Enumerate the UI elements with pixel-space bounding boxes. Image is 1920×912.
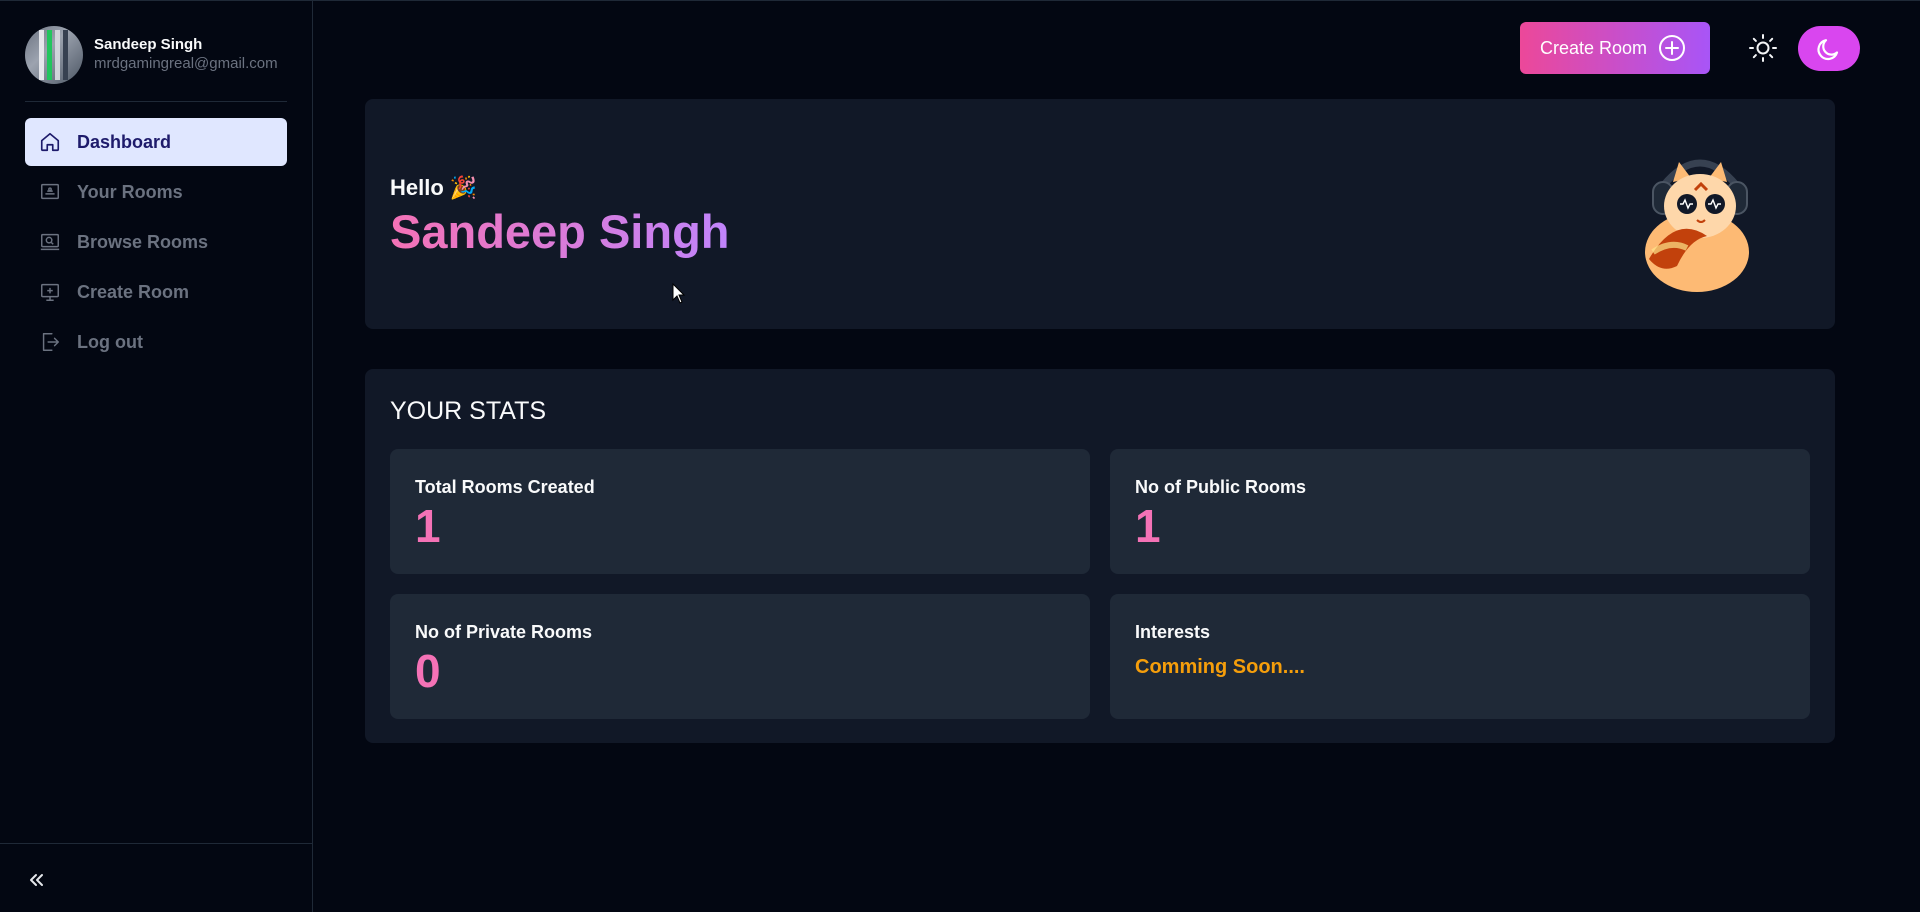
stat-value: 0 xyxy=(415,645,441,697)
home-icon xyxy=(40,132,60,152)
sidebar-item-label: Your Rooms xyxy=(77,181,183,202)
stat-card-public-rooms: No of Public Rooms 1 xyxy=(1110,449,1810,574)
sun-icon[interactable] xyxy=(1748,33,1778,63)
sidebar-item-label: Log out xyxy=(77,331,143,352)
sidebar-nav: Dashboard Your Rooms Browse Rooms Create… xyxy=(25,118,287,368)
moon-icon xyxy=(1817,38,1839,60)
profile-email: mrdgamingreal@gmail.com xyxy=(94,55,278,72)
create-room-button[interactable]: Create Room xyxy=(1520,22,1710,74)
mascot-cat-illustration xyxy=(1645,159,1749,292)
stat-label: No of Private Rooms xyxy=(415,622,593,642)
rooms-icon xyxy=(41,183,59,200)
sidebar-item-create-room[interactable]: Create Room xyxy=(25,268,287,316)
dark-mode-toggle[interactable] xyxy=(1798,26,1860,71)
create-room-label: Create Room xyxy=(1540,37,1648,58)
collapse-sidebar-icon[interactable] xyxy=(26,870,46,890)
browse-icon xyxy=(40,233,60,251)
party-emoji: 🎉 xyxy=(449,175,478,200)
stat-label: No of Public Rooms xyxy=(1135,477,1306,497)
avatar xyxy=(25,26,83,84)
stat-label: Total Rooms Created xyxy=(415,477,595,497)
stat-label: Interests xyxy=(1135,622,1211,642)
stat-card-total-rooms: Total Rooms Created 1 xyxy=(390,449,1090,574)
coming-soon-text: Comming Soon.... xyxy=(1135,656,1305,678)
welcome-username: Sandeep Singh xyxy=(390,205,730,258)
sidebar-item-dashboard[interactable]: Dashboard xyxy=(25,118,287,166)
plus-circle-icon xyxy=(1659,35,1686,61)
sidebar-item-your-rooms[interactable]: Your Rooms xyxy=(25,168,287,216)
sidebar-item-log-out[interactable]: Log out xyxy=(25,318,287,366)
stat-value: 1 xyxy=(1135,500,1161,552)
sidebar-footer xyxy=(0,843,313,912)
stat-card-interests: Interests Comming Soon.... xyxy=(1110,594,1810,719)
profile-name: Sandeep Singh xyxy=(94,36,203,53)
sidebar-item-browse-rooms[interactable]: Browse Rooms xyxy=(25,218,287,266)
welcome-card: Hello 🎉 Sandeep Singh xyxy=(365,99,1835,329)
stat-card-private-rooms: No of Private Rooms 0 xyxy=(390,594,1090,719)
create-room-icon xyxy=(41,283,59,301)
sidebar-item-label: Create Room xyxy=(77,281,190,302)
sidebar-item-label: Dashboard xyxy=(77,131,172,152)
stats-title: YOUR STATS xyxy=(390,397,547,425)
logout-icon xyxy=(42,333,59,351)
user-profile: Sandeep Singh mrdgamingreal@gmail.com xyxy=(25,26,287,102)
sidebar-item-label: Browse Rooms xyxy=(77,231,209,252)
greeting: Hello 🎉 xyxy=(390,175,478,200)
stat-value: 1 xyxy=(415,500,441,552)
stats-section: YOUR STATS Total Rooms Created 1 No of P… xyxy=(365,369,1835,743)
mouse-cursor-icon xyxy=(672,283,686,304)
sidebar: Sandeep Singh mrdgamingreal@gmail.com Da… xyxy=(0,1,313,912)
